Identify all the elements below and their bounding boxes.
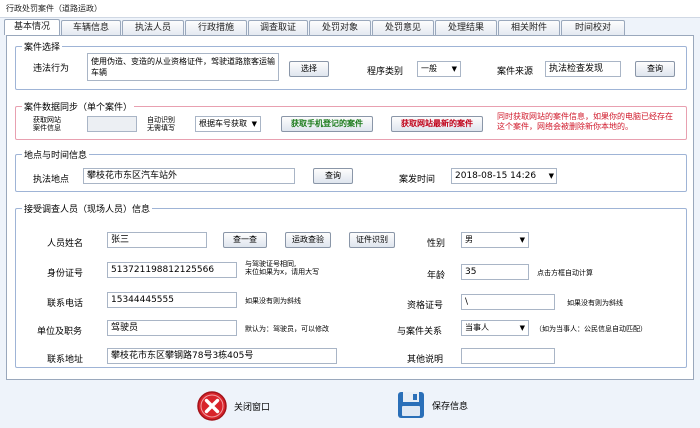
name-input[interactable]: 张三 — [107, 232, 207, 248]
address-input[interactable]: 攀枝花市东区攀钢路78号3栋405号 — [107, 348, 337, 364]
id-label: 身份证号 — [47, 269, 84, 279]
time-input[interactable]: 2018-08-15 14:26 ▼ — [451, 168, 557, 184]
other-input[interactable] — [461, 348, 555, 364]
save-info-label: 保存信息 — [432, 401, 469, 412]
tab-result[interactable]: 处理结果 — [435, 20, 497, 35]
place-time-legend: 地点与时间信息 — [24, 151, 88, 161]
source-label: 案件来源 — [497, 67, 534, 77]
chevron-down-icon: ▼ — [451, 65, 457, 73]
chevron-down-icon: ▼ — [519, 324, 525, 332]
gender-label: 性别 — [427, 239, 446, 249]
qual-label: 资格证号 — [407, 301, 444, 311]
get-mobile-case-button[interactable]: 获取手机登记的案件 — [281, 116, 373, 132]
plate-fetch-value: 根据车号获取 — [199, 119, 247, 128]
close-window-button[interactable]: 关闭窗口 — [196, 390, 270, 422]
fetch-site-label-line2: 案件信息 — [33, 124, 61, 132]
qual-input[interactable]: \ — [461, 294, 555, 310]
id-note-line2: 末位如果为x，请用大写 — [245, 268, 320, 276]
tab-attachments[interactable]: 相关附件 — [498, 20, 560, 35]
place-label: 执法地点 — [33, 175, 70, 185]
save-icon — [398, 392, 424, 418]
place-query-button[interactable]: 查询 — [313, 168, 353, 184]
qual-note: 如果没有则为斜线 — [567, 299, 623, 307]
case-select-legend: 案件选择 — [24, 43, 61, 53]
sync-legend: 案件数据同步（单个案件） — [24, 103, 133, 113]
footer-bar: 关闭窗口 保存信息 — [0, 384, 700, 428]
age-label: 年龄 — [427, 271, 446, 281]
name-label: 人员姓名 — [47, 239, 84, 249]
tab-measures[interactable]: 行政措施 — [185, 20, 247, 35]
tab-bar: 基本情况 车辆信息 执法人员 行政措施 调查取证 处罚对象 处罚意见 处理结果 … — [0, 19, 700, 35]
tab-target[interactable]: 处罚对象 — [309, 20, 371, 35]
violation-select-button[interactable]: 选择 — [289, 61, 329, 77]
id-recognize-button[interactable]: 证件识别 — [349, 232, 395, 248]
phone-note: 如果没有则为斜线 — [245, 297, 301, 305]
tab-officers[interactable]: 执法人员 — [122, 20, 184, 35]
age-note: 点击方框自动计算 — [537, 269, 593, 277]
id-input[interactable]: 513721198812125566 — [107, 262, 237, 278]
tab-evidence[interactable]: 调查取证 — [248, 20, 308, 35]
time-value: 2018-08-15 14:26 — [455, 171, 537, 181]
close-icon — [197, 391, 227, 421]
road-check-button[interactable]: 运政查验 — [285, 232, 331, 248]
procedure-select[interactable]: 一般 ▼ — [417, 61, 461, 77]
sync-notice: 同时获取网站的案件信息，如果你的电脑已经存在这个案件，网络会被删除新你本地的。 — [497, 112, 673, 131]
fetch-site-label-line1: 获取网站 — [33, 116, 61, 124]
check-button[interactable]: 查一查 — [223, 232, 267, 248]
tab-time-check[interactable]: 时间校对 — [561, 20, 625, 35]
procedure-label: 程序类别 — [367, 67, 404, 77]
chevron-down-icon: ▼ — [548, 172, 554, 180]
id-note: 与驾驶证号相同, 末位如果为x，请用大写 — [245, 260, 319, 276]
procedure-value: 一般 — [421, 64, 437, 73]
fetch-site-label: 获取网站 案件信息 — [33, 116, 61, 132]
unit-label: 单位及职务 — [37, 327, 83, 337]
phone-input[interactable]: 15344445555 — [107, 292, 237, 308]
place-input[interactable]: 攀枝花市东区汽车站外 — [83, 168, 295, 184]
tab-opinion[interactable]: 处罚意见 — [372, 20, 434, 35]
time-label: 案发时间 — [399, 175, 436, 185]
auto-recognize-label-line2: 无需填写 — [147, 124, 175, 132]
gender-select[interactable]: 男 ▼ — [461, 232, 529, 248]
source-input[interactable]: 执法检查发现 — [545, 61, 621, 77]
phone-label: 联系电话 — [47, 299, 84, 309]
relation-label: 与案件关系 — [397, 327, 443, 337]
close-window-label: 关闭窗口 — [234, 402, 271, 413]
auto-recognize-label: 自动识别 无需填写 — [147, 116, 175, 132]
auto-recognize-label-line1: 自动识别 — [147, 116, 175, 124]
unit-note: 默认为：驾驶员，可以修改 — [245, 325, 329, 333]
get-latest-case-button[interactable]: 获取网站最新的案件 — [391, 116, 483, 132]
tab-basic[interactable]: 基本情况 — [4, 19, 60, 35]
relation-value: 当事人 — [465, 323, 489, 332]
source-query-button[interactable]: 查询 — [635, 61, 675, 77]
violation-input[interactable]: 使用伪造、变造的从业资格证件，驾驶道路旅客运输车辆 — [87, 53, 279, 81]
id-note-line1: 与驾驶证号相同, — [245, 260, 297, 268]
age-input[interactable]: 35 — [461, 264, 529, 280]
window-title: 行政处罚案件（道路运政） — [0, 0, 700, 18]
tab-vehicle[interactable]: 车辆信息 — [61, 20, 121, 35]
relation-note: （如为当事人：公民信息自动匹配） — [535, 325, 647, 333]
person-group: 接受调查人员（现场人员）信息 — [15, 202, 687, 368]
other-label: 其他说明 — [407, 355, 444, 365]
save-info-button[interactable]: 保存信息 — [396, 390, 468, 420]
plate-fetch-select[interactable]: 根据车号获取 ▼ — [195, 116, 261, 132]
relation-select[interactable]: 当事人 ▼ — [461, 320, 529, 336]
chevron-down-icon: ▼ — [251, 120, 257, 128]
chevron-down-icon: ▼ — [519, 236, 525, 244]
fetch-site-input[interactable] — [87, 116, 137, 132]
basic-info-panel: 案件选择 违法行为 使用伪造、变造的从业资格证件，驾驶道路旅客运输车辆 选择 程… — [6, 35, 694, 380]
gender-value: 男 — [465, 235, 473, 244]
address-label: 联系地址 — [47, 355, 84, 365]
violation-label: 违法行为 — [33, 64, 70, 74]
person-legend: 接受调查人员（现场人员）信息 — [24, 205, 151, 215]
unit-input[interactable]: 驾驶员 — [107, 320, 237, 336]
